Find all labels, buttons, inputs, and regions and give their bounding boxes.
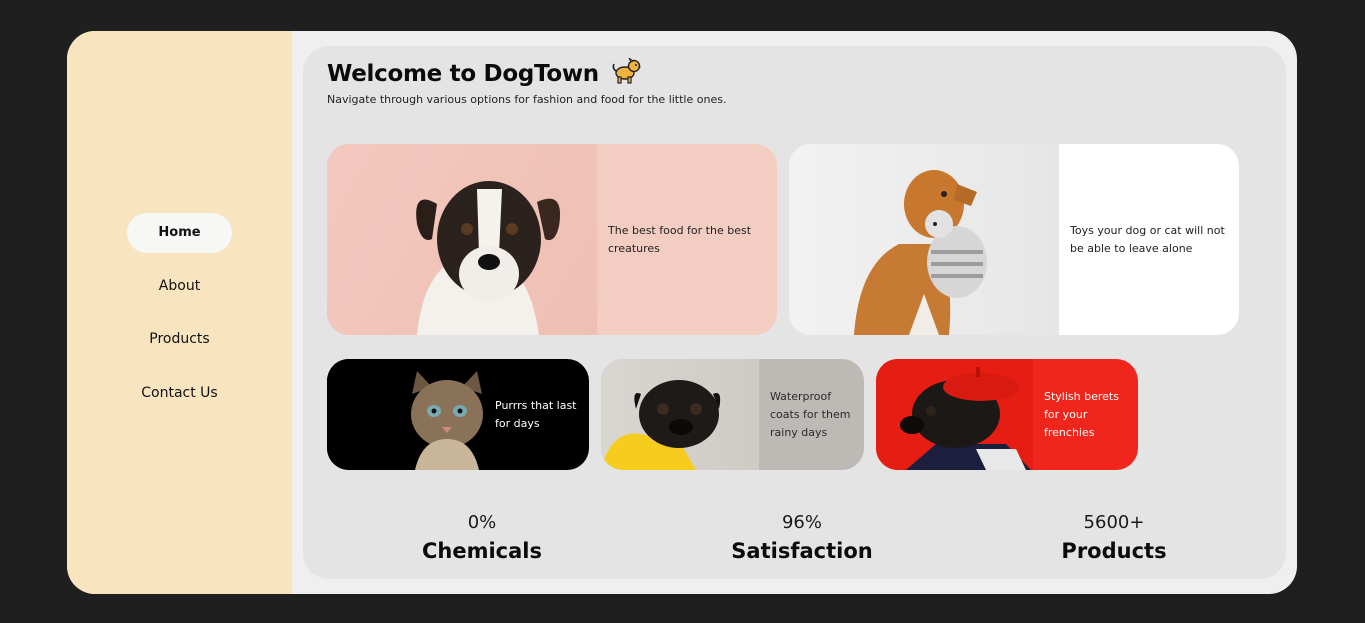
- stat-satisfaction: 96% Satisfaction: [692, 512, 912, 563]
- card-coats-text: Waterproof coats for them rainy days: [770, 389, 851, 439]
- dog-icon: [611, 57, 641, 90]
- main-panel: Welcome to DogTown Navigate through vari…: [303, 46, 1286, 579]
- card-berets[interactable]: Stylish berets for your frenchies: [876, 359, 1138, 470]
- stat-products: 5600+ Products: [1004, 512, 1224, 563]
- stat-label: Satisfaction: [731, 539, 873, 563]
- retriever-with-toy-photo: [789, 144, 1059, 335]
- page-title: Welcome to DogTown: [327, 57, 641, 90]
- cat-photo: [327, 359, 487, 470]
- pug-in-red-beret-photo: [876, 359, 1033, 470]
- stat-value: 96%: [781, 512, 822, 533]
- card-food-text: The best food for the best creatures: [608, 223, 752, 255]
- card-berets-text: Stylish berets for your frenchies: [1044, 389, 1119, 439]
- card-cat-text: Purrrs that last for days: [495, 398, 577, 430]
- sidebar-item-about[interactable]: About: [127, 266, 232, 306]
- page-title-text: Welcome to DogTown: [327, 61, 599, 87]
- app-window: Home About Products Contact Us Welcome t…: [67, 31, 1297, 594]
- jack-russell-terrier-photo: [327, 144, 597, 335]
- card-cat[interactable]: Purrrs that last for days: [327, 359, 589, 470]
- card-toys[interactable]: Toys your dog or cat will not be able to…: [789, 144, 1239, 335]
- sidebar-item-home[interactable]: Home: [127, 213, 232, 253]
- card-coats[interactable]: Waterproof coats for them rainy days: [601, 359, 864, 470]
- card-toys-text: Toys your dog or cat will not be able to…: [1070, 223, 1225, 255]
- card-food[interactable]: The best food for the best creatures: [327, 144, 777, 335]
- stat-label: Chemicals: [421, 539, 542, 563]
- stat-value: 5600+: [1083, 512, 1145, 533]
- stat-label: Products: [1061, 539, 1167, 563]
- page-subtitle: Navigate through various options for fas…: [327, 93, 727, 106]
- stat-chemicals: 0% Chemicals: [372, 512, 592, 563]
- sidebar: Home About Products Contact Us: [67, 31, 292, 594]
- sidebar-item-contact-us[interactable]: Contact Us: [127, 373, 232, 413]
- stat-value: 0%: [467, 512, 497, 533]
- pug-in-yellow-coat-photo: [601, 359, 759, 470]
- sidebar-item-products[interactable]: Products: [127, 319, 232, 359]
